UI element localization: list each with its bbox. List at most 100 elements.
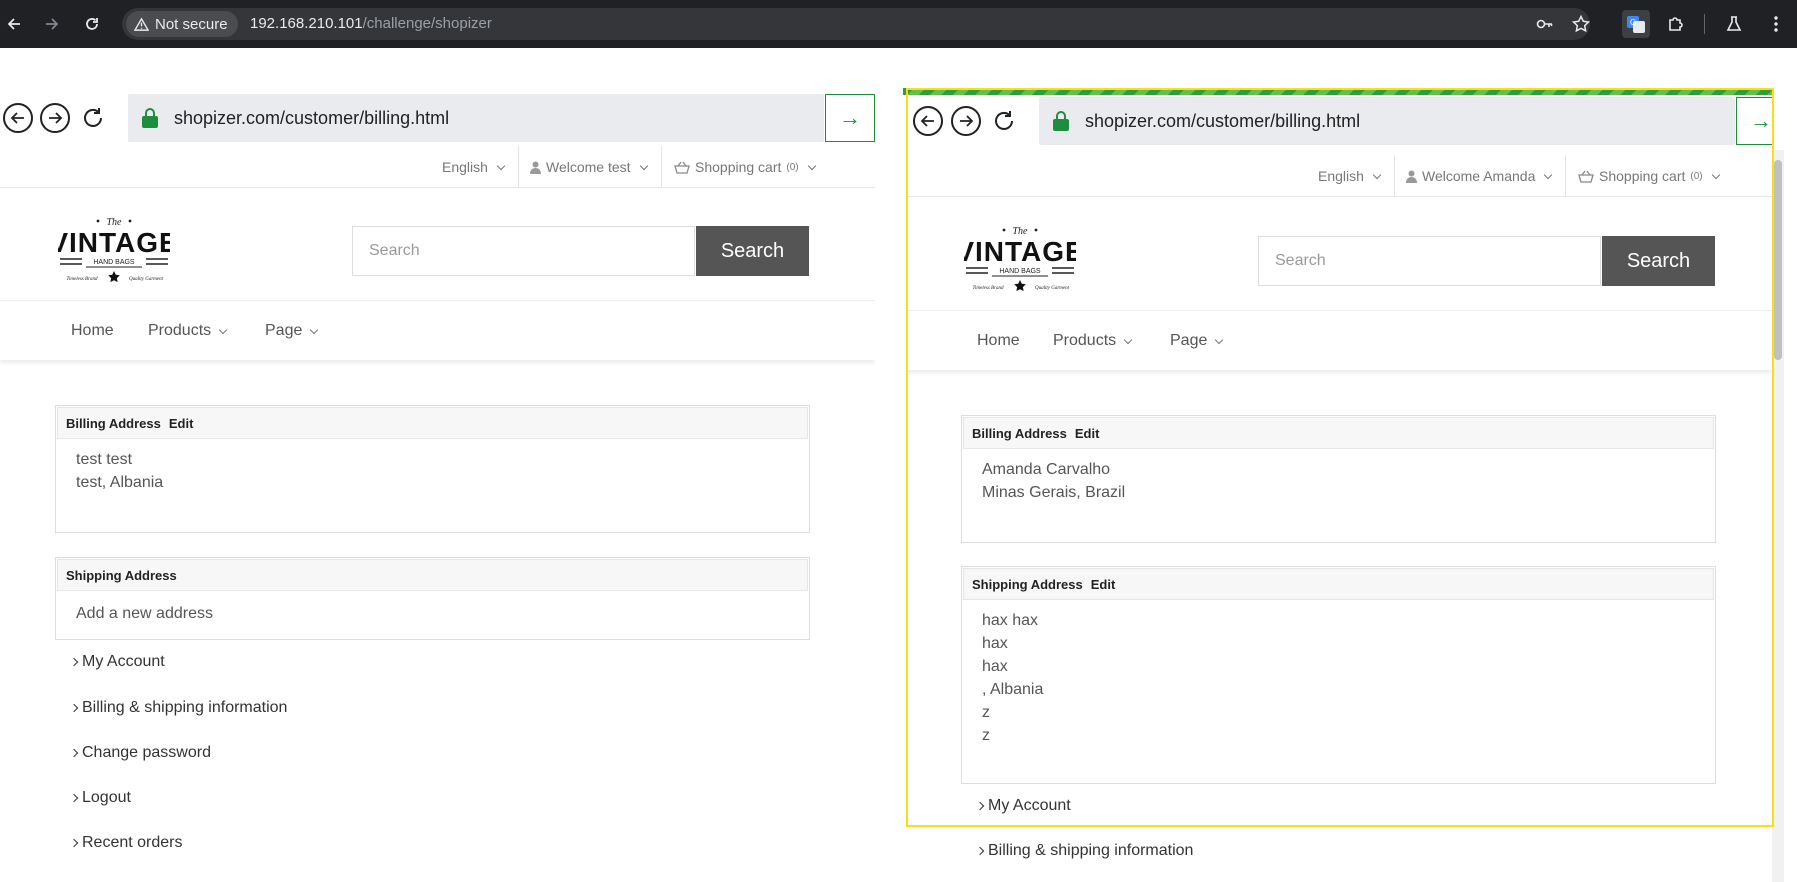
left-nav-products[interactable]: Products <box>148 301 228 361</box>
right-cart-menu[interactable]: Shopping cart (0) <box>1578 155 1720 197</box>
right-back-icon[interactable] <box>913 106 943 136</box>
shipping-header: Shipping Address <box>57 559 808 591</box>
nav-label: Products <box>148 322 212 339</box>
right-nav-products[interactable]: Products <box>1053 311 1133 371</box>
right-frame-scrollbar[interactable] <box>1772 150 1784 882</box>
toolbar-divider <box>1704 14 1705 34</box>
left-store-logo[interactable]: The VINTAGE HAND BAGS Timeless Brand Qua… <box>49 214 178 292</box>
right-language-selector[interactable]: English <box>1318 155 1382 197</box>
address-bar[interactable]: Not secure 192.168.210.101/challenge/sho… <box>122 8 1591 40</box>
right-search-button[interactable]: Search <box>1602 236 1715 286</box>
right-store-logo[interactable]: The VINTAGE HAND BAGS Timeless Brand Qua… <box>955 223 1084 301</box>
link-label: Billing & shipping information <box>988 842 1194 859</box>
left-link-billing-shipping[interactable]: Billing & shipping information <box>69 699 288 717</box>
left-url-bar[interactable]: shopizer.com/customer/billing.html <box>128 94 824 142</box>
left-language-selector[interactable]: English <box>442 146 506 188</box>
bookmark-star-icon[interactable] <box>1571 14 1591 33</box>
left-shipping-panel: Shipping Address Add a new address <box>55 557 810 640</box>
lock-icon <box>1053 111 1069 131</box>
right-url-bar[interactable]: shopizer.com/customer/billing.html <box>1039 97 1735 145</box>
chevron-right-icon <box>69 793 79 803</box>
welcome-label: Welcome Amanda <box>1422 168 1536 184</box>
right-link-my-account[interactable]: My Account <box>975 797 1071 815</box>
cart-label: Shopping cart <box>695 159 782 175</box>
link-label: Billing & shipping information <box>82 699 288 716</box>
right-reload-icon[interactable] <box>989 106 1019 136</box>
left-go-arrow-icon[interactable]: → <box>825 94 875 142</box>
billing-title: Billing Address <box>66 415 161 431</box>
left-nav-home[interactable]: Home <box>71 301 114 361</box>
left-link-recent-orders[interactable]: Recent orders <box>69 834 183 852</box>
reload-icon[interactable] <box>80 12 104 36</box>
billing-body: test test test, Albania <box>56 440 809 502</box>
billing-edit-link[interactable]: Edit <box>169 416 194 431</box>
menu-kebab-icon[interactable] <box>1762 10 1790 38</box>
chevron-down-icon <box>310 325 319 334</box>
translate-icon[interactable]: G <box>1622 10 1650 38</box>
chevron-right-icon <box>69 657 79 667</box>
left-search-button[interactable]: Search <box>696 226 809 276</box>
chevron-down-icon <box>639 161 648 170</box>
svg-text:Timeless Brand: Timeless Brand <box>973 286 1004 291</box>
scrollbar-thumb[interactable] <box>1774 160 1782 360</box>
svg-text:Timeless Brand: Timeless Brand <box>67 277 98 282</box>
basket-icon <box>1578 170 1594 183</box>
shipping-edit-link[interactable]: Edit <box>1091 577 1116 592</box>
warning-icon <box>134 16 149 31</box>
billing-line: Amanda Carvalho <box>982 461 1111 478</box>
address-text: 192.168.210.101/challenge/shopizer <box>250 15 492 32</box>
right-go-arrow-icon[interactable]: → <box>1736 97 1772 145</box>
right-page-frame: shopizer.com/customer/billing.html → Eng… <box>906 88 1772 882</box>
chevron-down-icon <box>1544 170 1553 179</box>
url-host: 192.168.210.101 <box>250 15 363 32</box>
left-url-text: shopizer.com/customer/billing.html <box>174 107 450 128</box>
svg-text:Quality Garment: Quality Garment <box>1035 286 1070 291</box>
back-icon[interactable] <box>2 12 26 36</box>
password-key-icon[interactable] <box>1536 15 1554 33</box>
add-new-address-link[interactable]: Add a new address <box>56 592 809 633</box>
right-account-menu[interactable]: Welcome Amanda <box>1406 155 1553 197</box>
svg-text:HAND BAGS: HAND BAGS <box>999 268 1041 275</box>
left-account-menu[interactable]: Welcome test <box>530 146 648 188</box>
right-search-input[interactable]: Search <box>1258 236 1601 286</box>
svg-text:VINTAGE: VINTAGE <box>58 227 170 258</box>
chevron-down-icon <box>807 161 816 170</box>
right-inner-toolbar: shopizer.com/customer/billing.html → <box>906 93 1772 149</box>
chevron-down-icon <box>1123 335 1133 344</box>
svg-text:VINTAGE: VINTAGE <box>964 236 1076 267</box>
left-forward-icon[interactable] <box>40 103 70 133</box>
chevron-right-icon <box>69 703 79 713</box>
welcome-label: Welcome test <box>546 159 631 175</box>
link-label: Recent orders <box>82 834 183 851</box>
right-link-billing-shipping[interactable]: Billing & shipping information <box>975 842 1194 860</box>
chevron-down-icon <box>1215 335 1224 344</box>
loading-progress-bar <box>903 88 1774 95</box>
billing-edit-link[interactable]: Edit <box>1075 426 1100 441</box>
billing-header: Billing Address Edit <box>963 417 1714 449</box>
labs-flask-icon[interactable] <box>1720 10 1748 38</box>
right-nav-home[interactable]: Home <box>977 311 1020 371</box>
right-forward-icon[interactable] <box>951 106 981 136</box>
left-link-my-account[interactable]: My Account <box>69 653 165 671</box>
chevron-down-icon <box>218 325 228 334</box>
chevron-right-icon <box>69 748 79 758</box>
left-back-icon[interactable] <box>3 103 33 133</box>
left-cart-menu[interactable]: Shopping cart (0) <box>674 146 816 188</box>
right-nav-page[interactable]: Page <box>1170 311 1224 371</box>
left-link-logout[interactable]: Logout <box>69 789 131 807</box>
extensions-icon[interactable] <box>1662 10 1690 38</box>
left-page-frame: shopizer.com/customer/billing.html → Eng… <box>0 48 875 882</box>
shipping-title: Shipping Address <box>66 567 177 583</box>
left-search-input[interactable]: Search <box>352 226 695 276</box>
left-link-change-password[interactable]: Change password <box>69 744 211 762</box>
svg-text:HAND BAGS: HAND BAGS <box>93 259 135 266</box>
right-url-text: shopizer.com/customer/billing.html <box>1085 110 1361 131</box>
left-billing-panel: Billing Address Edit test test test, Alb… <box>55 405 810 533</box>
cart-label: Shopping cart <box>1599 168 1686 184</box>
shipping-body: hax hax hax hax , Albania z z <box>962 601 1715 755</box>
left-reload-icon[interactable] <box>78 103 108 133</box>
security-chip[interactable]: Not secure <box>126 11 238 37</box>
forward-icon[interactable] <box>40 12 64 36</box>
left-nav-page[interactable]: Page <box>265 301 319 361</box>
chevron-right-icon <box>975 846 985 856</box>
